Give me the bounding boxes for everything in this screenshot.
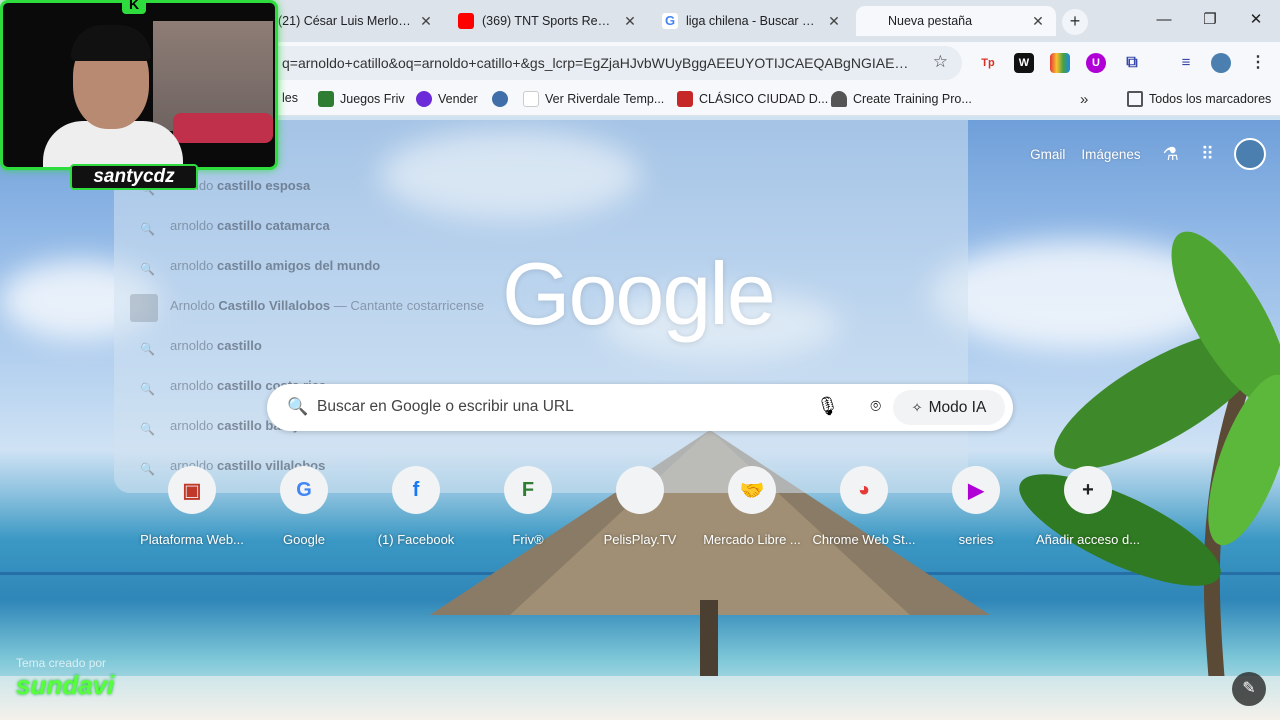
bookmark-juegos-friv[interactable]: Juegos Friv bbox=[318, 91, 405, 107]
search-icon: 🔍 bbox=[140, 262, 155, 276]
bookmark-clasico[interactable]: CLÁSICO CIUDAD D... bbox=[677, 91, 828, 107]
shortcut-label: Chrome Web St... bbox=[812, 532, 916, 547]
search-icon: 🔍 bbox=[140, 422, 155, 436]
minimize-icon[interactable]: — bbox=[1144, 8, 1184, 32]
shortcut-tile[interactable]: PelisPlay.TV bbox=[584, 466, 696, 547]
theme-author: sundavi bbox=[16, 670, 115, 700]
search-icon: 🔍 bbox=[140, 222, 155, 236]
shortcut-label: (1) Facebook bbox=[377, 532, 455, 547]
bookmark-star-icon[interactable]: ☆ bbox=[933, 52, 948, 72]
shortcut-tile[interactable]: f (1) Facebook bbox=[360, 466, 472, 547]
shortcut-icon: F bbox=[504, 466, 552, 514]
bookmark-globe[interactable] bbox=[492, 91, 514, 107]
shortcut-icon: ▶ bbox=[952, 466, 1000, 514]
close-icon[interactable]: ✕ bbox=[826, 13, 842, 30]
person-thumbnail bbox=[130, 294, 158, 322]
shortcut-tile[interactable]: ▣ Plataforma Web... bbox=[136, 466, 248, 547]
shortcut-icon: ◕ bbox=[840, 466, 888, 514]
youtube-icon bbox=[458, 13, 474, 29]
close-icon[interactable]: ✕ bbox=[418, 13, 434, 30]
color-extension-icon[interactable] bbox=[1050, 53, 1070, 73]
profile-avatar-icon[interactable] bbox=[1211, 53, 1231, 73]
address-bar[interactable]: q=arnoldo+catillo&oq=arnoldo+catillo+&gs… bbox=[230, 46, 962, 80]
shortcut-tile[interactable]: + Añadir acceso d... bbox=[1032, 466, 1144, 547]
close-icon[interactable]: ✕ bbox=[622, 13, 638, 30]
menu-kebab-icon[interactable]: ⋮ bbox=[1248, 53, 1268, 73]
shortcut-label: Añadir acceso d... bbox=[1035, 532, 1141, 547]
suggestion-item[interactable]: arnoldo castillo amigos del mundo bbox=[170, 258, 380, 273]
media-control-icon[interactable]: ≡ bbox=[1176, 53, 1196, 73]
image-icon bbox=[677, 91, 693, 107]
suggestion-item[interactable]: arnoldo castillo bbox=[170, 338, 262, 353]
google-header: Gmail Imágenes ⚗ ⠿ bbox=[1014, 138, 1266, 170]
suggestion-item[interactable]: arnoldo castillo catamarca bbox=[170, 218, 330, 233]
more-bookmarks-chevron-icon[interactable]: » bbox=[1080, 91, 1088, 108]
search-box[interactable]: 🔍 Buscar en Google o escribir una URL 🎙 … bbox=[267, 384, 1013, 431]
gmail-link[interactable]: Gmail bbox=[1030, 147, 1065, 162]
shortcut-tile[interactable]: G Google bbox=[248, 466, 360, 547]
all-bookmarks-folder[interactable]: Todos los marcadores bbox=[1127, 91, 1271, 107]
w-extension-icon[interactable]: W bbox=[1014, 53, 1034, 73]
page-icon bbox=[523, 91, 539, 107]
bookmark-riverdale[interactable]: Ver Riverdale Temp... bbox=[523, 91, 664, 107]
suggestion-item[interactable]: Arnoldo Castillo Villalobos — Cantante c… bbox=[170, 298, 484, 313]
shortcut-icon: G bbox=[280, 466, 328, 514]
google-lens-icon[interactable]: ⌾ bbox=[870, 396, 881, 417]
url-text[interactable]: q=arnoldo+catillo&oq=arnoldo+catillo+&gs… bbox=[282, 55, 912, 71]
shortcut-label: Friv® bbox=[512, 532, 544, 547]
shortcut-label: Plataforma Web... bbox=[140, 532, 244, 547]
bookmark-item[interactable]: les bbox=[282, 91, 298, 105]
k-badge-icon: K bbox=[122, 0, 146, 14]
google-icon: G bbox=[662, 13, 678, 29]
shortcut-label: Mercado Libre ... bbox=[703, 532, 801, 547]
search-icon: 🔍 bbox=[287, 397, 309, 416]
shortcut-label: series bbox=[958, 532, 994, 547]
palm-image bbox=[1019, 231, 1280, 720]
account-avatar[interactable] bbox=[1234, 138, 1266, 170]
bookmark-create-training[interactable]: Create Training Pro... bbox=[831, 91, 972, 107]
tab-new-tab[interactable]: Nueva pestaña ✕ bbox=[856, 6, 1056, 36]
shortcut-icon: 🤝 bbox=[728, 466, 776, 514]
tab-youtube[interactable]: (369) TNT Sports Replay ✕ bbox=[448, 6, 648, 36]
customize-pen-icon[interactable]: ✎ bbox=[1232, 672, 1266, 706]
friv-icon bbox=[318, 91, 334, 107]
car-icon bbox=[831, 91, 847, 107]
images-link[interactable]: Imágenes bbox=[1081, 147, 1140, 162]
globe-icon bbox=[492, 91, 508, 107]
sparkle-search-icon: ✧ bbox=[911, 399, 923, 415]
streamer-name: santycdz bbox=[70, 164, 198, 190]
shortcut-icon: f bbox=[392, 466, 440, 514]
search-icon: 🔍 bbox=[140, 342, 155, 356]
new-tab-button[interactable]: + bbox=[1062, 9, 1088, 35]
shortcut-label: Google bbox=[283, 532, 325, 547]
theme-credit-label: Tema creado por bbox=[16, 656, 107, 670]
webcam-overlay bbox=[0, 0, 278, 170]
microphone-icon[interactable]: 🎙 bbox=[816, 396, 839, 417]
labs-flask-icon[interactable]: ⚗ bbox=[1163, 144, 1179, 165]
extensions-puzzle-icon[interactable]: ⧉ bbox=[1122, 53, 1142, 73]
tab-twitter[interactable]: (21) César Luis Merlo (@ ✕ bbox=[268, 6, 444, 36]
bookmark-vender[interactable]: Vender bbox=[416, 91, 478, 107]
ai-mode-button[interactable]: ✧ Modo IA bbox=[893, 390, 1005, 425]
close-window-icon[interactable]: ✕ bbox=[1236, 8, 1276, 32]
shortcut-icon: + bbox=[1064, 466, 1112, 514]
shortcut-tile[interactable]: F Friv® bbox=[472, 466, 584, 547]
u-extension-icon[interactable]: U bbox=[1086, 53, 1106, 73]
search-icon: 🔍 bbox=[140, 382, 155, 396]
tab-google-search[interactable]: G liga chilena - Buscar con ✕ bbox=[652, 6, 852, 36]
shortcut-tile[interactable]: ▶ series bbox=[920, 466, 1032, 547]
shortcut-icon: ▣ bbox=[168, 466, 216, 514]
shortcut-tile[interactable]: 🤝 Mercado Libre ... bbox=[696, 466, 808, 547]
olx-icon bbox=[416, 91, 432, 107]
close-icon[interactable]: ✕ bbox=[1030, 13, 1046, 30]
shortcut-tile[interactable]: ◕ Chrome Web St... bbox=[808, 466, 920, 547]
search-input[interactable]: Buscar en Google o escribir una URL bbox=[317, 398, 574, 416]
restore-icon[interactable]: ❐ bbox=[1190, 8, 1230, 32]
apps-grid-icon[interactable]: ⠿ bbox=[1201, 144, 1214, 165]
tp-extension-icon[interactable]: Tp bbox=[978, 53, 998, 73]
shortcut-label: PelisPlay.TV bbox=[603, 532, 677, 547]
folder-icon bbox=[1127, 91, 1143, 107]
google-logo: Google bbox=[502, 244, 776, 343]
shortcut-icon bbox=[616, 466, 664, 514]
